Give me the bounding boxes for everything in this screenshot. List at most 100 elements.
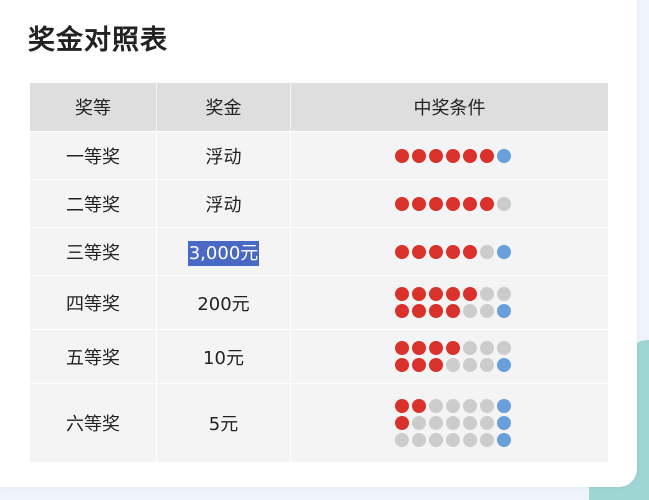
- gray-ball-icon: [428, 415, 443, 430]
- winning-condition: [290, 383, 608, 462]
- table-row: 二等奖 浮动: [30, 179, 608, 228]
- ball-combination: [291, 398, 608, 413]
- prize-level: 二等奖: [30, 179, 157, 228]
- red-ball-icon: [445, 304, 460, 318]
- red-ball-icon: [445, 341, 460, 355]
- prize-amount[interactable]: 3,000元: [156, 227, 291, 276]
- red-ball-icon: [428, 304, 443, 318]
- ball-combination: [291, 196, 608, 211]
- winning-condition: [290, 329, 608, 384]
- ball-combination: [291, 415, 608, 430]
- gray-ball-icon: [479, 287, 494, 301]
- gray-ball-icon: [462, 415, 477, 430]
- gray-ball-icon: [445, 432, 460, 447]
- red-ball-icon: [394, 341, 409, 355]
- gray-ball-icon: [428, 398, 443, 413]
- blue-ball-icon: [496, 432, 511, 447]
- red-ball-icon: [394, 358, 409, 372]
- red-ball-icon: [445, 287, 460, 301]
- red-ball-icon: [428, 196, 443, 211]
- table-header-row: 奖等 奖金 中奖条件: [30, 83, 608, 132]
- red-ball-icon: [462, 196, 477, 211]
- red-ball-icon: [394, 415, 409, 430]
- header-amount: 奖金: [156, 83, 291, 132]
- red-ball-icon: [428, 358, 443, 372]
- selected-amount-text[interactable]: 3,000元: [187, 240, 260, 266]
- table-row: 三等奖 3,000元: [30, 227, 608, 276]
- prize-level: 四等奖: [30, 275, 157, 330]
- gray-ball-icon: [462, 432, 477, 447]
- gray-ball-icon: [445, 398, 460, 413]
- header-condition: 中奖条件: [290, 83, 608, 132]
- prize-level: 三等奖: [30, 227, 157, 276]
- gray-ball-icon: [479, 358, 494, 372]
- gray-ball-icon: [411, 432, 426, 447]
- gray-ball-icon: [479, 304, 494, 318]
- red-ball-icon: [428, 244, 443, 259]
- prize-amount: 浮动: [156, 131, 291, 180]
- prize-amount: 浮动: [156, 179, 291, 228]
- gray-ball-icon: [411, 415, 426, 430]
- red-ball-icon: [394, 148, 409, 163]
- blue-ball-icon: [496, 244, 511, 259]
- table-row: 六等奖 5元: [30, 383, 608, 462]
- blue-ball-icon: [496, 304, 511, 318]
- red-ball-icon: [411, 358, 426, 372]
- gray-ball-icon: [479, 244, 494, 259]
- red-ball-icon: [394, 304, 409, 318]
- gray-ball-icon: [479, 415, 494, 430]
- red-ball-icon: [411, 287, 426, 301]
- ball-combination: [291, 358, 608, 372]
- red-ball-icon: [445, 244, 460, 259]
- red-ball-icon: [479, 148, 494, 163]
- red-ball-icon: [411, 244, 426, 259]
- gray-ball-icon: [479, 432, 494, 447]
- winning-condition: [290, 131, 608, 180]
- red-ball-icon: [394, 244, 409, 259]
- blue-ball-icon: [496, 415, 511, 430]
- ball-combination: [291, 304, 608, 318]
- prize-level: 一等奖: [30, 131, 157, 180]
- gray-ball-icon: [462, 398, 477, 413]
- red-ball-icon: [445, 196, 460, 211]
- gray-ball-icon: [462, 358, 477, 372]
- page-title: 奖金对照表: [28, 25, 168, 56]
- red-ball-icon: [462, 244, 477, 259]
- gray-ball-icon: [496, 287, 511, 301]
- ball-combination: [291, 148, 608, 163]
- prize-table: 奖等 奖金 中奖条件 一等奖 浮动 二等奖 浮动 三等奖 3,000元 四等奖 …: [30, 83, 608, 462]
- gray-ball-icon: [462, 304, 477, 318]
- gray-ball-icon: [462, 341, 477, 355]
- prize-amount: 200元: [156, 275, 291, 330]
- red-ball-icon: [462, 287, 477, 301]
- ball-combination: [291, 244, 608, 259]
- red-ball-icon: [411, 398, 426, 413]
- red-ball-icon: [428, 341, 443, 355]
- red-ball-icon: [479, 196, 494, 211]
- table-row: 一等奖 浮动: [30, 131, 608, 180]
- table-body: 一等奖 浮动 二等奖 浮动 三等奖 3,000元 四等奖 200元 五等奖 10…: [30, 131, 608, 462]
- gray-ball-icon: [479, 398, 494, 413]
- prize-amount: 5元: [156, 383, 291, 462]
- blue-ball-icon: [496, 148, 511, 163]
- red-ball-icon: [411, 341, 426, 355]
- ball-combination: [291, 432, 608, 447]
- red-ball-icon: [428, 148, 443, 163]
- gray-ball-icon: [496, 341, 511, 355]
- gray-ball-icon: [479, 341, 494, 355]
- winning-condition: [290, 179, 608, 228]
- winning-condition: [290, 275, 608, 330]
- red-ball-icon: [462, 148, 477, 163]
- red-ball-icon: [445, 148, 460, 163]
- header-level: 奖等: [30, 83, 157, 132]
- prize-table-panel: 奖金对照表 奖等 奖金 中奖条件 一等奖 浮动 二等奖 浮动 三等奖 3,000…: [0, 0, 637, 487]
- table-row: 四等奖 200元: [30, 275, 608, 330]
- blue-ball-icon: [496, 358, 511, 372]
- red-ball-icon: [428, 287, 443, 301]
- blue-ball-icon: [496, 398, 511, 413]
- ball-combination: [291, 341, 608, 355]
- gray-ball-icon: [428, 432, 443, 447]
- red-ball-icon: [411, 148, 426, 163]
- prize-level: 六等奖: [30, 383, 157, 462]
- red-ball-icon: [394, 196, 409, 211]
